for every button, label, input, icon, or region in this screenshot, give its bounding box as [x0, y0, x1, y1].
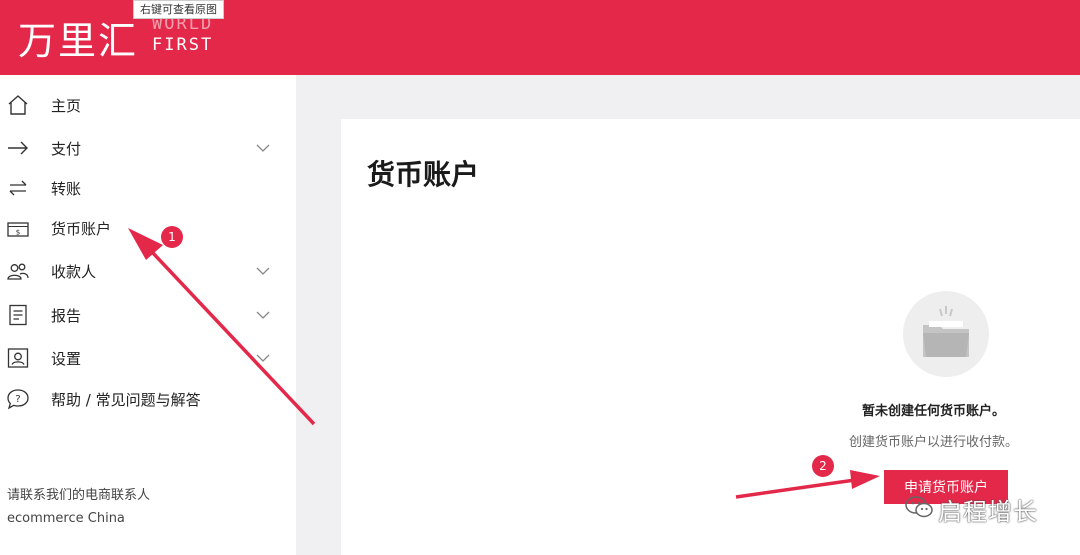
- main-panel: 货币账户 暂未创建任何货币账户。 创建货币账户以进行收付款。 申请货币账户: [341, 119, 1080, 555]
- logo-first-text: FIRST: [152, 35, 214, 55]
- wechat-icon: [905, 496, 933, 518]
- folder-icon: [923, 306, 969, 357]
- sidebar-item-home[interactable]: 主页: [0, 87, 296, 123]
- sidebar-item-settings[interactable]: 设置: [0, 340, 296, 376]
- svg-text:?: ?: [15, 394, 20, 405]
- chevron-down-icon[interactable]: [255, 263, 271, 279]
- chevron-down-icon[interactable]: [255, 307, 271, 323]
- sidebar-item-label: 支付: [51, 140, 82, 158]
- annotation-badge-1: 1: [161, 226, 183, 248]
- sidebar-item-label: 收款人: [51, 263, 97, 281]
- currency-account-icon: $: [7, 222, 29, 237]
- page-title: 货币账户: [367, 158, 480, 191]
- settings-icon: [7, 348, 29, 368]
- sidebar-item-transfer[interactable]: 转账: [0, 170, 296, 206]
- sidebar-item-label: 设置: [51, 350, 82, 368]
- view-original-tooltip: 右键可查看原图: [133, 0, 224, 19]
- empty-state-illustration: [903, 291, 989, 377]
- watermark-text: 启程增长: [938, 498, 1038, 526]
- sidebar-item-payment[interactable]: 支付: [0, 130, 296, 166]
- logo-english: WORLD FIRST: [152, 14, 213, 56]
- arrow-right-icon: [8, 141, 28, 155]
- empty-state-title: 暂未创建任何货币账户。: [862, 404, 1006, 419]
- help-icon: ?: [7, 389, 29, 410]
- contact-text: 请联系我们的电商联系人: [7, 488, 151, 503]
- sidebar-nav: 主页 支付 转账 $ 货币账户 收款人 报告 设置 ? 帮助 / 常见问题与解答…: [0, 75, 296, 555]
- sidebar-item-label: 主页: [51, 97, 82, 115]
- sidebar-item-payees[interactable]: 收款人: [0, 253, 296, 289]
- sidebar-item-reports[interactable]: 报告: [0, 297, 296, 333]
- contact-link[interactable]: ecommerce China: [7, 511, 125, 526]
- sidebar-item-label: 转账: [51, 180, 82, 198]
- transfer-icon: [9, 180, 27, 196]
- chevron-down-icon[interactable]: [255, 350, 271, 366]
- sidebar-item-label: 货币账户: [51, 220, 112, 238]
- sidebar-item-help[interactable]: ? 帮助 / 常见问题与解答: [0, 381, 296, 417]
- empty-state-subtitle: 创建货币账户以进行收付款。: [849, 435, 1019, 450]
- svg-text:$: $: [16, 229, 20, 237]
- home-icon: [8, 95, 28, 115]
- sidebar-item-label: 帮助 / 常见问题与解答: [51, 391, 201, 409]
- people-icon: [7, 263, 29, 280]
- annotation-badge-2: 2: [812, 455, 834, 477]
- sidebar-item-currency-account[interactable]: $ 货币账户: [0, 210, 296, 246]
- report-icon: [9, 304, 27, 326]
- logo-chinese[interactable]: 万里汇: [18, 10, 138, 65]
- sidebar-item-label: 报告: [51, 307, 82, 325]
- chevron-down-icon[interactable]: [255, 140, 271, 156]
